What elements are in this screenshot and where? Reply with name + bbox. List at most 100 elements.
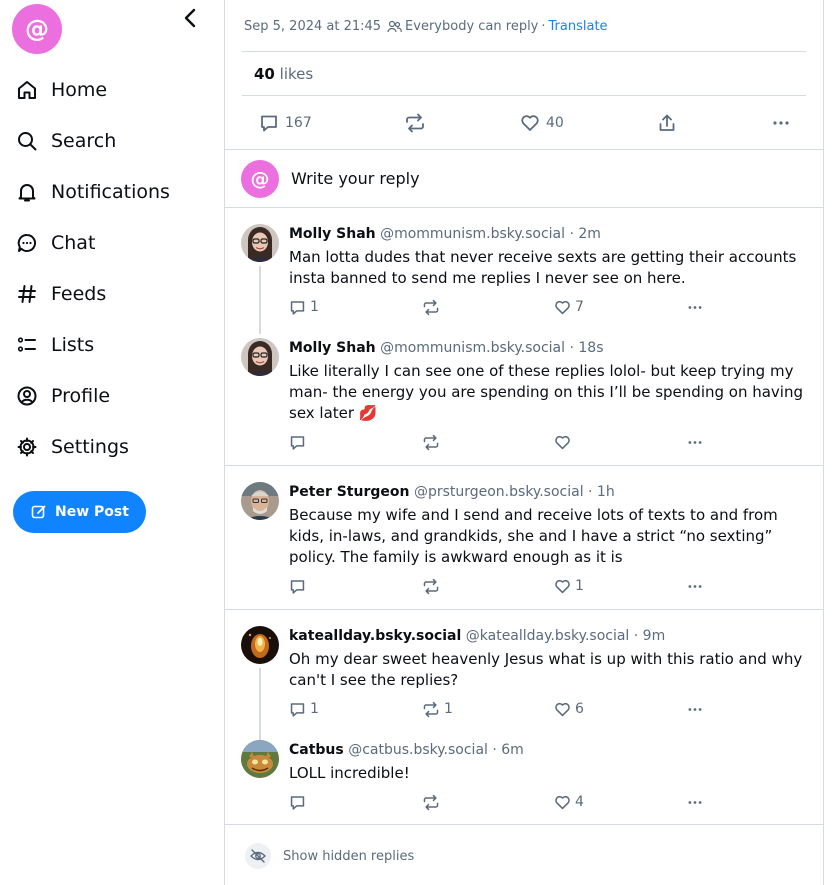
nav-item-feeds[interactable]: Feeds bbox=[0, 268, 224, 319]
heart-icon bbox=[555, 795, 570, 809]
nav-label: Feeds bbox=[51, 282, 107, 305]
like-button[interactable] bbox=[554, 432, 571, 452]
chevron-left-icon bbox=[184, 8, 196, 28]
repost-button[interactable] bbox=[422, 432, 440, 452]
timestamp[interactable]: · 1h bbox=[588, 484, 615, 500]
post-text: Like literally I can see one of these re… bbox=[289, 362, 804, 422]
home-icon bbox=[16, 79, 38, 101]
like-button[interactable]: 7 bbox=[554, 297, 584, 317]
write-reply-box[interactable]: @ Write your reply bbox=[225, 149, 823, 208]
post-header: Peter Sturgeon @prsturgeon.bsky.social ·… bbox=[289, 484, 615, 500]
handle[interactable]: @mommunism.bsky.social bbox=[380, 340, 565, 356]
translate-link[interactable]: Translate bbox=[549, 19, 608, 34]
display-name[interactable]: Peter Sturgeon bbox=[289, 484, 409, 500]
handle[interactable]: @mommunism.bsky.social bbox=[380, 226, 565, 242]
share-button[interactable] bbox=[657, 111, 677, 135]
show-hidden-replies-button[interactable]: Show hidden replies bbox=[245, 843, 414, 869]
like-button[interactable]: 4 bbox=[554, 792, 584, 812]
handle[interactable]: @catbus.bsky.social bbox=[348, 742, 488, 758]
repost-icon bbox=[423, 701, 439, 717]
reply-button[interactable]: 167 bbox=[259, 111, 312, 135]
reply-post[interactable]: Peter Sturgeon @prsturgeon.bsky.social ·… bbox=[225, 466, 823, 609]
more-options-button[interactable] bbox=[686, 297, 704, 317]
nav-item-search[interactable]: Search bbox=[0, 115, 224, 166]
like-button[interactable]: 1 bbox=[554, 576, 584, 596]
post-actions: 1 1 6 bbox=[289, 699, 719, 719]
timestamp[interactable]: · 2m bbox=[569, 226, 600, 242]
heart-icon bbox=[555, 435, 570, 449]
display-name[interactable]: Catbus bbox=[289, 742, 344, 758]
gear-icon bbox=[16, 436, 38, 458]
more-options-button[interactable] bbox=[686, 432, 704, 452]
bluesky-logo-avatar[interactable]: @ bbox=[12, 4, 62, 54]
reply-button[interactable] bbox=[289, 432, 306, 452]
avatar[interactable] bbox=[241, 224, 279, 262]
like-count: 40 bbox=[546, 115, 564, 131]
reply-placeholder: Write your reply bbox=[291, 169, 420, 188]
handle[interactable]: @kateallday.bsky.social bbox=[466, 628, 630, 644]
repost-button[interactable] bbox=[422, 792, 440, 812]
reply-button[interactable] bbox=[289, 576, 306, 596]
repost-button[interactable] bbox=[422, 297, 440, 317]
edit-icon bbox=[31, 505, 46, 519]
nav-item-notifications[interactable]: Notifications bbox=[0, 166, 224, 217]
handle[interactable]: @prsturgeon.bsky.social bbox=[414, 484, 584, 500]
repost-count: 1 bbox=[444, 701, 453, 717]
reply-button[interactable]: 1 bbox=[289, 699, 319, 719]
nav-label: Home bbox=[51, 78, 108, 101]
more-options-button[interactable] bbox=[686, 792, 704, 812]
avatar[interactable] bbox=[241, 626, 279, 664]
reply-post[interactable]: kateallday.bsky.social @kateallday.bsky.… bbox=[225, 610, 823, 740]
timestamp[interactable]: · 18s bbox=[569, 340, 603, 356]
sidebar: @ Home Search Notifications Chat Feeds L… bbox=[0, 0, 224, 885]
more-options-button[interactable] bbox=[771, 111, 791, 135]
nav-item-profile[interactable]: Profile bbox=[0, 370, 224, 421]
display-name[interactable]: Molly Shah bbox=[289, 226, 376, 242]
repost-icon bbox=[423, 578, 439, 594]
more-options-button[interactable] bbox=[686, 699, 704, 719]
like-button[interactable]: 6 bbox=[554, 699, 584, 719]
repost-button[interactable] bbox=[422, 576, 440, 596]
more-options-button[interactable] bbox=[686, 576, 704, 596]
reply-setting: Everybody can reply bbox=[405, 19, 539, 34]
timestamp[interactable]: · 6m bbox=[492, 742, 523, 758]
like-button[interactable]: 40 bbox=[520, 111, 564, 135]
main-nav: Home Search Notifications Chat Feeds Lis… bbox=[0, 64, 224, 472]
post-actions: 1 7 bbox=[289, 297, 719, 317]
search-icon bbox=[16, 130, 38, 152]
new-post-label: New Post bbox=[55, 504, 129, 520]
reply-post[interactable]: Molly Shah @mommunism.bsky.social · 2m M… bbox=[225, 208, 823, 334]
like-count: 1 bbox=[575, 578, 584, 594]
nav-label: Notifications bbox=[51, 180, 170, 203]
likes-label: likes bbox=[279, 65, 314, 83]
avatar[interactable] bbox=[241, 482, 279, 520]
more-icon bbox=[688, 584, 702, 588]
display-name[interactable]: kateallday.bsky.social bbox=[289, 628, 461, 644]
more-icon bbox=[688, 800, 702, 804]
post-actions bbox=[289, 432, 719, 452]
reply-post[interactable]: Catbus @catbus.bsky.social · 6m LOLL inc… bbox=[225, 724, 823, 824]
avatar[interactable] bbox=[241, 740, 279, 778]
reply-button[interactable]: 1 bbox=[289, 297, 319, 317]
avatar[interactable] bbox=[241, 338, 279, 376]
nav-item-chat[interactable]: Chat bbox=[0, 217, 224, 268]
more-icon bbox=[688, 707, 702, 711]
new-post-button[interactable]: New Post bbox=[13, 491, 146, 533]
reply-button[interactable] bbox=[289, 792, 306, 812]
reply-count: 1 bbox=[310, 299, 319, 315]
like-count: 6 bbox=[575, 701, 584, 717]
nav-item-settings[interactable]: Settings bbox=[0, 421, 224, 472]
display-name[interactable]: Molly Shah bbox=[289, 340, 376, 356]
reply-post[interactable]: Molly Shah @mommunism.bsky.social · 18s … bbox=[225, 326, 823, 465]
post-text: LOLL incredible! bbox=[289, 764, 410, 782]
reply-icon bbox=[290, 702, 305, 717]
nav-item-lists[interactable]: Lists bbox=[0, 319, 224, 370]
repost-button[interactable]: 1 bbox=[422, 699, 453, 719]
timestamp[interactable]: · 9m bbox=[634, 628, 665, 644]
likes-summary[interactable]: 40 likes bbox=[254, 65, 313, 83]
nav-item-home[interactable]: Home bbox=[0, 64, 224, 115]
repost-button[interactable] bbox=[404, 111, 426, 135]
collapse-sidebar-button[interactable] bbox=[180, 6, 200, 30]
chat-icon bbox=[16, 232, 38, 254]
at-icon: @ bbox=[25, 15, 49, 43]
